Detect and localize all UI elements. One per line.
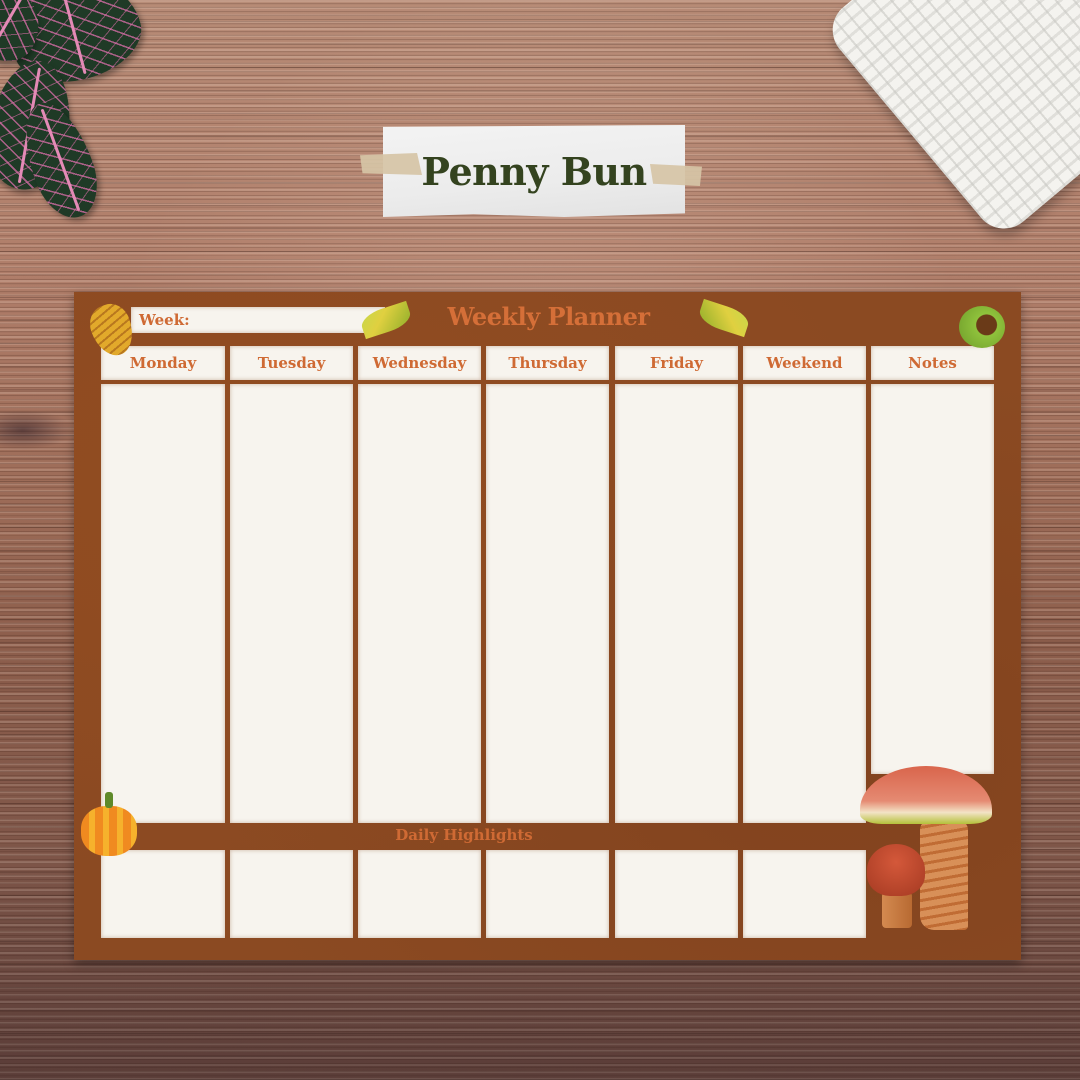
plant-icon	[0, 0, 170, 230]
mushroom-stem-icon	[920, 820, 968, 930]
tape-right	[650, 164, 702, 186]
small-mushroom-stem-icon	[882, 892, 912, 928]
column-label: Notes	[908, 354, 957, 372]
column-label: Weekend	[766, 354, 843, 372]
column-header-monday: Monday	[101, 346, 225, 380]
wood-knot	[0, 410, 75, 450]
card-title: Penny Bun	[421, 148, 647, 194]
mushroom-icon	[860, 766, 992, 824]
daily-highlights-label: Daily Highlights	[395, 826, 533, 844]
day-area-monday[interactable]	[101, 384, 225, 823]
week-field[interactable]: Week:	[131, 307, 385, 333]
highlight-box-wednesday[interactable]	[358, 850, 481, 938]
planner-title: Weekly Planner	[447, 302, 650, 331]
highlight-box-weekend[interactable]	[743, 850, 866, 938]
day-area-tuesday[interactable]	[230, 384, 353, 823]
day-area-wednesday[interactable]	[358, 384, 481, 823]
column-header-friday: Friday	[615, 346, 738, 380]
column-header-weekend: Weekend	[743, 346, 866, 380]
column-label: Wednesday	[372, 354, 467, 372]
column-header-tuesday: Tuesday	[230, 346, 353, 380]
highlight-box-monday[interactable]	[101, 850, 225, 938]
column-header-thursday: Thursday	[486, 346, 609, 380]
column-label: Monday	[129, 354, 197, 372]
day-area-thursday[interactable]	[486, 384, 609, 823]
column-label: Thursday	[508, 354, 587, 372]
week-label: Week:	[139, 311, 190, 329]
column-header-wednesday: Wednesday	[358, 346, 481, 380]
small-mushroom-icon	[867, 844, 925, 896]
knit-blanket	[820, 0, 1080, 241]
highlight-box-friday[interactable]	[615, 850, 738, 938]
notes-area[interactable]	[871, 384, 994, 774]
column-header-notes: Notes	[871, 346, 994, 380]
highlight-box-thursday[interactable]	[486, 850, 609, 938]
weekly-planner: Week: Weekly Planner Monday Tuesday Wedn…	[74, 292, 1021, 960]
tape-left	[360, 153, 422, 175]
day-area-weekend[interactable]	[743, 384, 866, 823]
day-area-friday[interactable]	[615, 384, 738, 823]
column-label: Friday	[650, 354, 703, 372]
chestnut-icon	[959, 306, 1005, 348]
highlight-box-tuesday[interactable]	[230, 850, 353, 938]
leaf-icon	[696, 298, 752, 338]
column-label: Tuesday	[257, 354, 326, 372]
title-card: Penny Bun	[383, 125, 685, 217]
